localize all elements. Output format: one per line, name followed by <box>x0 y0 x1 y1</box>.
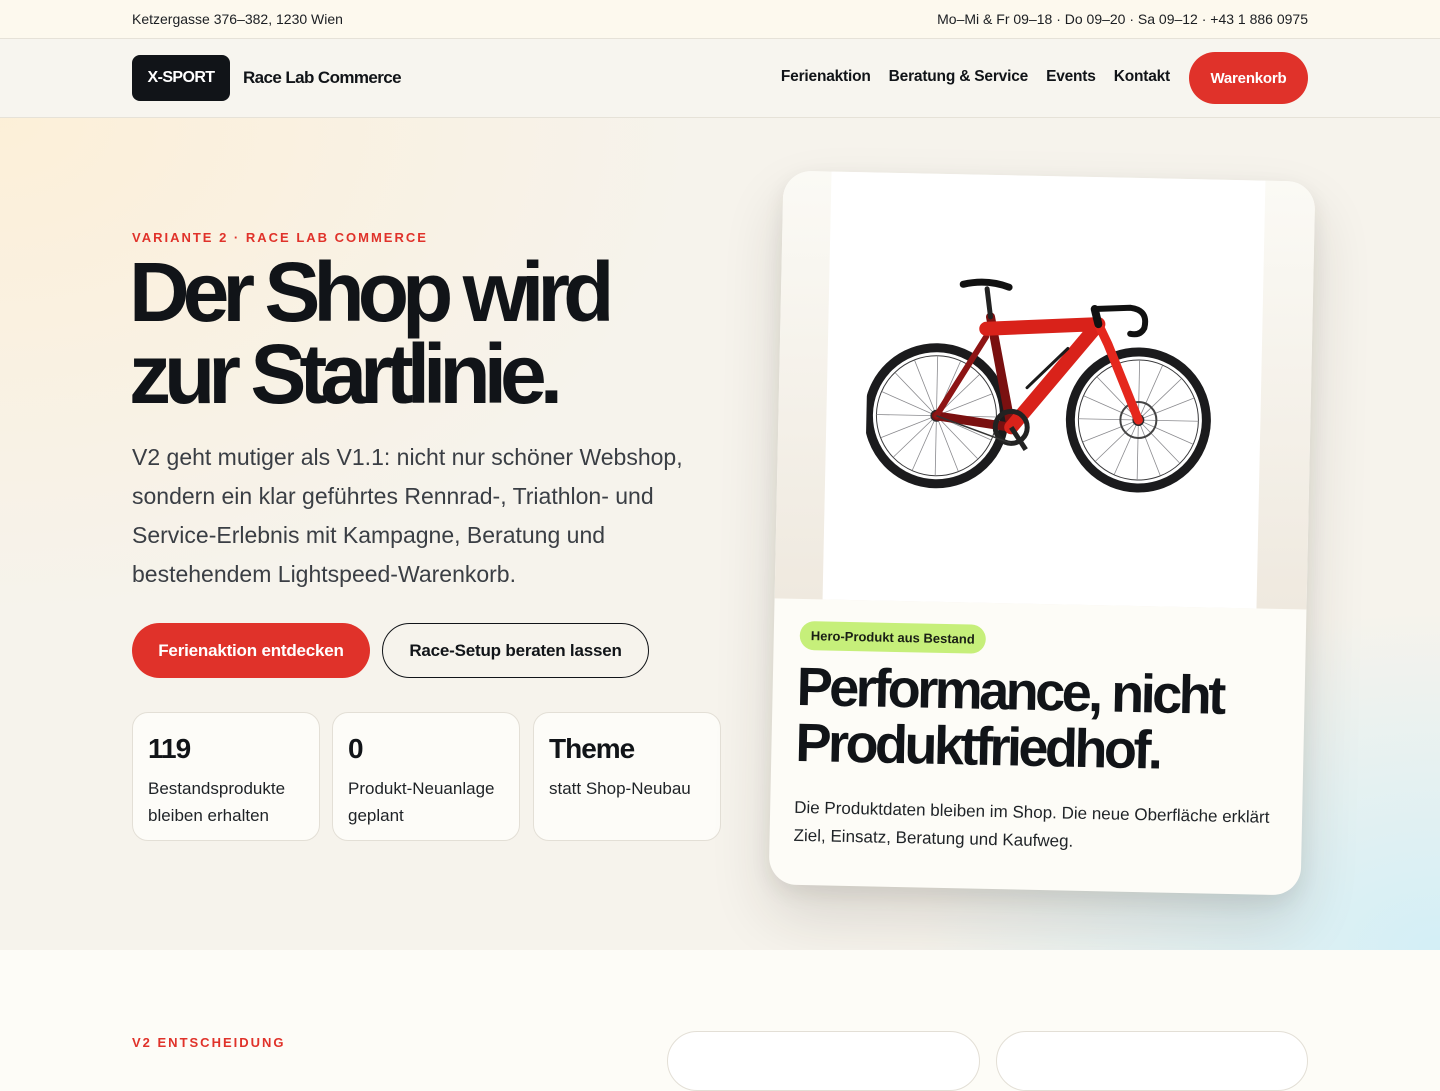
logo[interactable]: X-SPORT <box>132 55 230 101</box>
opening-hours: Mo–Mi & Fr 09–18 · Do 09–20 · Sa 09–12 ·… <box>937 11 1308 27</box>
hero-product-badge: Hero-Produkt aus Bestand <box>799 620 987 654</box>
hero-headline-line-2: zur Startlinie. <box>129 327 563 421</box>
site-header: X-SPORT Race Lab Commerce Ferienaktion B… <box>0 39 1440 118</box>
hero-headline: Der Shop wird zur Startlinie. <box>129 250 749 416</box>
stat-card-bestandsprodukte: 119 Bestandsprodukte bleiben erhalten <box>132 712 320 841</box>
card-title: Performance, nicht Produktfriedhof. <box>794 657 1287 781</box>
cart-button[interactable]: Warenkorb <box>1189 52 1308 104</box>
product-image-area <box>774 170 1316 610</box>
stat-label: statt Shop-Neubau <box>549 779 691 798</box>
card-title-line-2: Produktfriedhof. <box>794 712 1161 781</box>
stat-value: Theme <box>549 733 635 764</box>
nav-link-events[interactable]: Events <box>1046 68 1096 86</box>
ferienaktion-button[interactable]: Ferienaktion entdecken <box>132 623 370 678</box>
hero-section: VARIANTE 2 · RACE LAB COMMERCE Der Shop … <box>0 118 1440 950</box>
stat-value: 119 <box>148 733 191 764</box>
decision-card-2[interactable] <box>996 1031 1308 1091</box>
nav-link-kontakt[interactable]: Kontakt <box>1114 68 1170 86</box>
store-address: Ketzergasse 376–382, 1230 Wien <box>132 11 343 27</box>
stat-value: 0 <box>348 733 364 764</box>
brand-name[interactable]: Race Lab Commerce <box>243 68 402 88</box>
hero-kicker: VARIANTE 2 · RACE LAB COMMERCE <box>132 230 428 245</box>
card-description: Die Produktdaten bleiben im Shop. Die ne… <box>793 797 1270 851</box>
main-nav: Ferienaktion Beratung & Service Events K… <box>781 68 1170 86</box>
stat-card-theme: Theme statt Shop-Neubau <box>533 712 721 841</box>
nav-link-beratung-service[interactable]: Beratung & Service <box>889 68 1029 86</box>
stat-label: Bestandsprodukte bleiben erhalten <box>148 779 286 825</box>
hero-headline-line-1: Der Shop wird <box>129 245 614 339</box>
stat-card-neuanlage: 0 Produkt-Neuanlage geplant <box>332 712 520 841</box>
race-setup-button[interactable]: Race-Setup beraten lassen <box>382 623 649 678</box>
top-info-bar: Ketzergasse 376–382, 1230 Wien Mo–Mi & F… <box>0 0 1440 39</box>
decision-card-1[interactable] <box>667 1031 980 1091</box>
decision-kicker: V2 ENTSCHEIDUNG <box>132 1035 286 1050</box>
road-bike-image <box>864 278 1211 493</box>
hero-product-card[interactable]: Hero-Produkt aus Bestand Performance, ni… <box>768 170 1316 896</box>
hero-lead: V2 geht mutiger als V1.1: nicht nur schö… <box>132 444 683 587</box>
nav-link-ferienaktion[interactable]: Ferienaktion <box>781 68 871 86</box>
decision-section: V2 ENTSCHEIDUNG <box>0 950 1440 1091</box>
stat-label: Produkt-Neuanlage geplant <box>348 779 495 825</box>
